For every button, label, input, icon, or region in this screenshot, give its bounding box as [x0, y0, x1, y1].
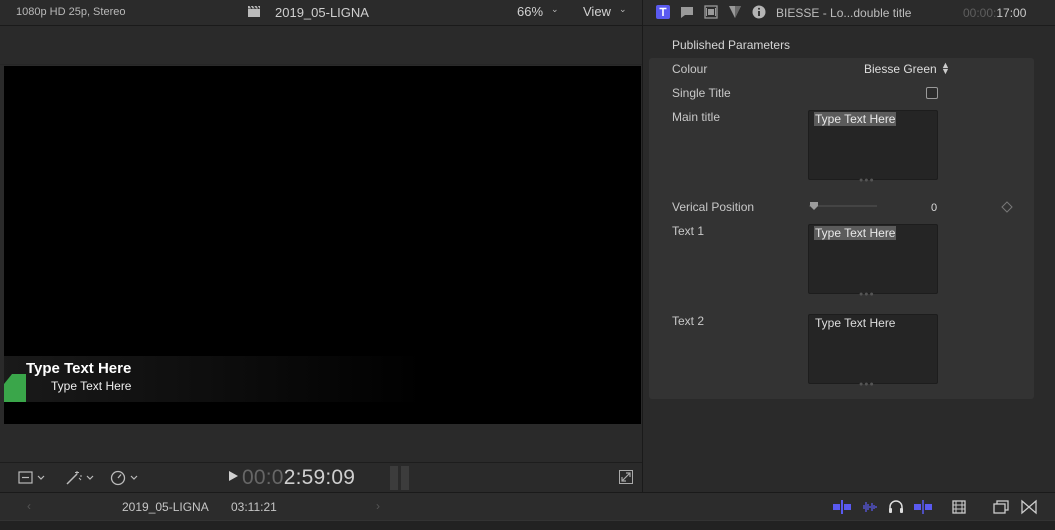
timeline-duration: 03:11:21 [231, 500, 277, 514]
chevron-right-icon[interactable]: › [376, 499, 380, 513]
inspector-clip-name: BIESSE - Lo...double title [776, 6, 912, 20]
transport-bar: 00:02:59:09 [0, 462, 642, 492]
inspector-header: BIESSE - Lo...double title 00:00:17:00 [643, 0, 1055, 26]
green-slash-graphic [4, 374, 26, 402]
timeline-ruler-strip [0, 520, 1055, 530]
clapperboard-icon [248, 5, 260, 17]
transitions-icon[interactable] [1020, 499, 1038, 515]
main-title-label: Main title [672, 110, 721, 124]
text2-label: Text 2 [672, 314, 705, 328]
inspector-duration: 00:00:17:00 [963, 6, 1026, 20]
keyframe-diamond-icon[interactable] [1001, 201, 1013, 213]
text1-label: Text 1 [672, 224, 705, 238]
resize-grip-icon[interactable]: ●●● [859, 177, 875, 184]
viewer-canvas[interactable]: Type Text Here Type Text Here [4, 66, 641, 424]
resize-grip-icon[interactable]: ●●● [859, 381, 875, 388]
generator-inspector-icon[interactable] [680, 5, 694, 19]
view-menu[interactable]: View [583, 4, 611, 19]
info-icon[interactable] [752, 5, 766, 19]
colour-popup[interactable]: Biesse Green [864, 62, 937, 76]
single-title-checkbox[interactable] [926, 87, 938, 99]
project-title: 2019_05-LIGNA [275, 5, 369, 20]
duration-value: 17:00 [996, 6, 1027, 20]
retime-speedometer-icon[interactable] [110, 469, 140, 487]
video-inspector-icon[interactable] [704, 5, 718, 19]
text2-textarea[interactable]: Type Text Here ●●● [808, 314, 938, 388]
fullscreen-icon[interactable] [619, 470, 633, 484]
vertical-position-slider[interactable] [809, 201, 877, 211]
text-inspector-icon[interactable] [656, 5, 670, 19]
vertical-position-label: Verical Position [672, 200, 755, 214]
play-icon[interactable] [227, 469, 239, 483]
enhancements-wand-icon[interactable] [65, 469, 95, 487]
color-inspector-icon[interactable] [728, 5, 742, 19]
resize-grip-icon[interactable]: ●●● [859, 291, 875, 298]
canvas-main-title: Type Text Here [26, 360, 132, 377]
timecode-leading: 00:0 [242, 466, 284, 489]
audio-skimming-icon[interactable] [860, 499, 878, 515]
duration-leading: 00:00: [963, 6, 997, 20]
chevron-down-icon[interactable]: ⌄ [619, 4, 627, 15]
headphones-icon[interactable] [887, 499, 905, 515]
chevron-left-icon[interactable]: ‹ [27, 499, 31, 513]
audio-meter-icon[interactable] [389, 466, 411, 490]
published-parameters-header[interactable]: Published Parameters [672, 38, 790, 52]
viewer-header: 1080p HD 25p, Stereo 2019_05-LIGNA 66% ⌄… [0, 0, 642, 26]
colour-label: Colour [672, 62, 708, 76]
viewer-gap [4, 424, 641, 462]
timecode-value: 2:59:09 [283, 466, 356, 489]
main-title-text: Type Text Here [814, 112, 897, 126]
inspector-panel: BIESSE - Lo...double title 00:00:17:00 P… [642, 0, 1055, 492]
clip-appearance-icon[interactable] [950, 499, 968, 515]
timeline-header: ‹ 2019_05-LIGNA 03:11:21 › [0, 492, 1055, 520]
format-info: 1080p HD 25p, Stereo [16, 6, 126, 18]
browser-windows-icon[interactable] [992, 499, 1010, 515]
viewer-panel: 1080p HD 25p, Stereo 2019_05-LIGNA 66% ⌄… [0, 0, 642, 492]
main-title-textarea[interactable]: Type Text Here ●●● [808, 110, 938, 184]
up-down-chevron-icon[interactable]: ▲ ▼ [941, 61, 950, 76]
skimming-icon[interactable] [832, 499, 852, 515]
single-title-label: Single Title [672, 86, 731, 100]
canvas-subtitle: Type Text Here [51, 379, 132, 393]
timeline-project-name: 2019_05-LIGNA [122, 500, 209, 514]
text2-text: Type Text Here [815, 316, 896, 330]
text1-text: Type Text Here [814, 226, 897, 240]
viewer-toolbar-area [0, 27, 642, 65]
timecode-display[interactable]: 00:02:59:09 [242, 466, 355, 490]
zoom-level-menu[interactable]: 66% [517, 4, 543, 19]
vertical-position-value[interactable]: 0 [931, 202, 937, 214]
snapping-icon[interactable] [913, 499, 933, 515]
chevron-down-icon[interactable]: ⌄ [551, 4, 559, 15]
transform-tool-icon[interactable] [18, 469, 46, 487]
text1-textarea[interactable]: Type Text Here ●●● [808, 224, 938, 298]
